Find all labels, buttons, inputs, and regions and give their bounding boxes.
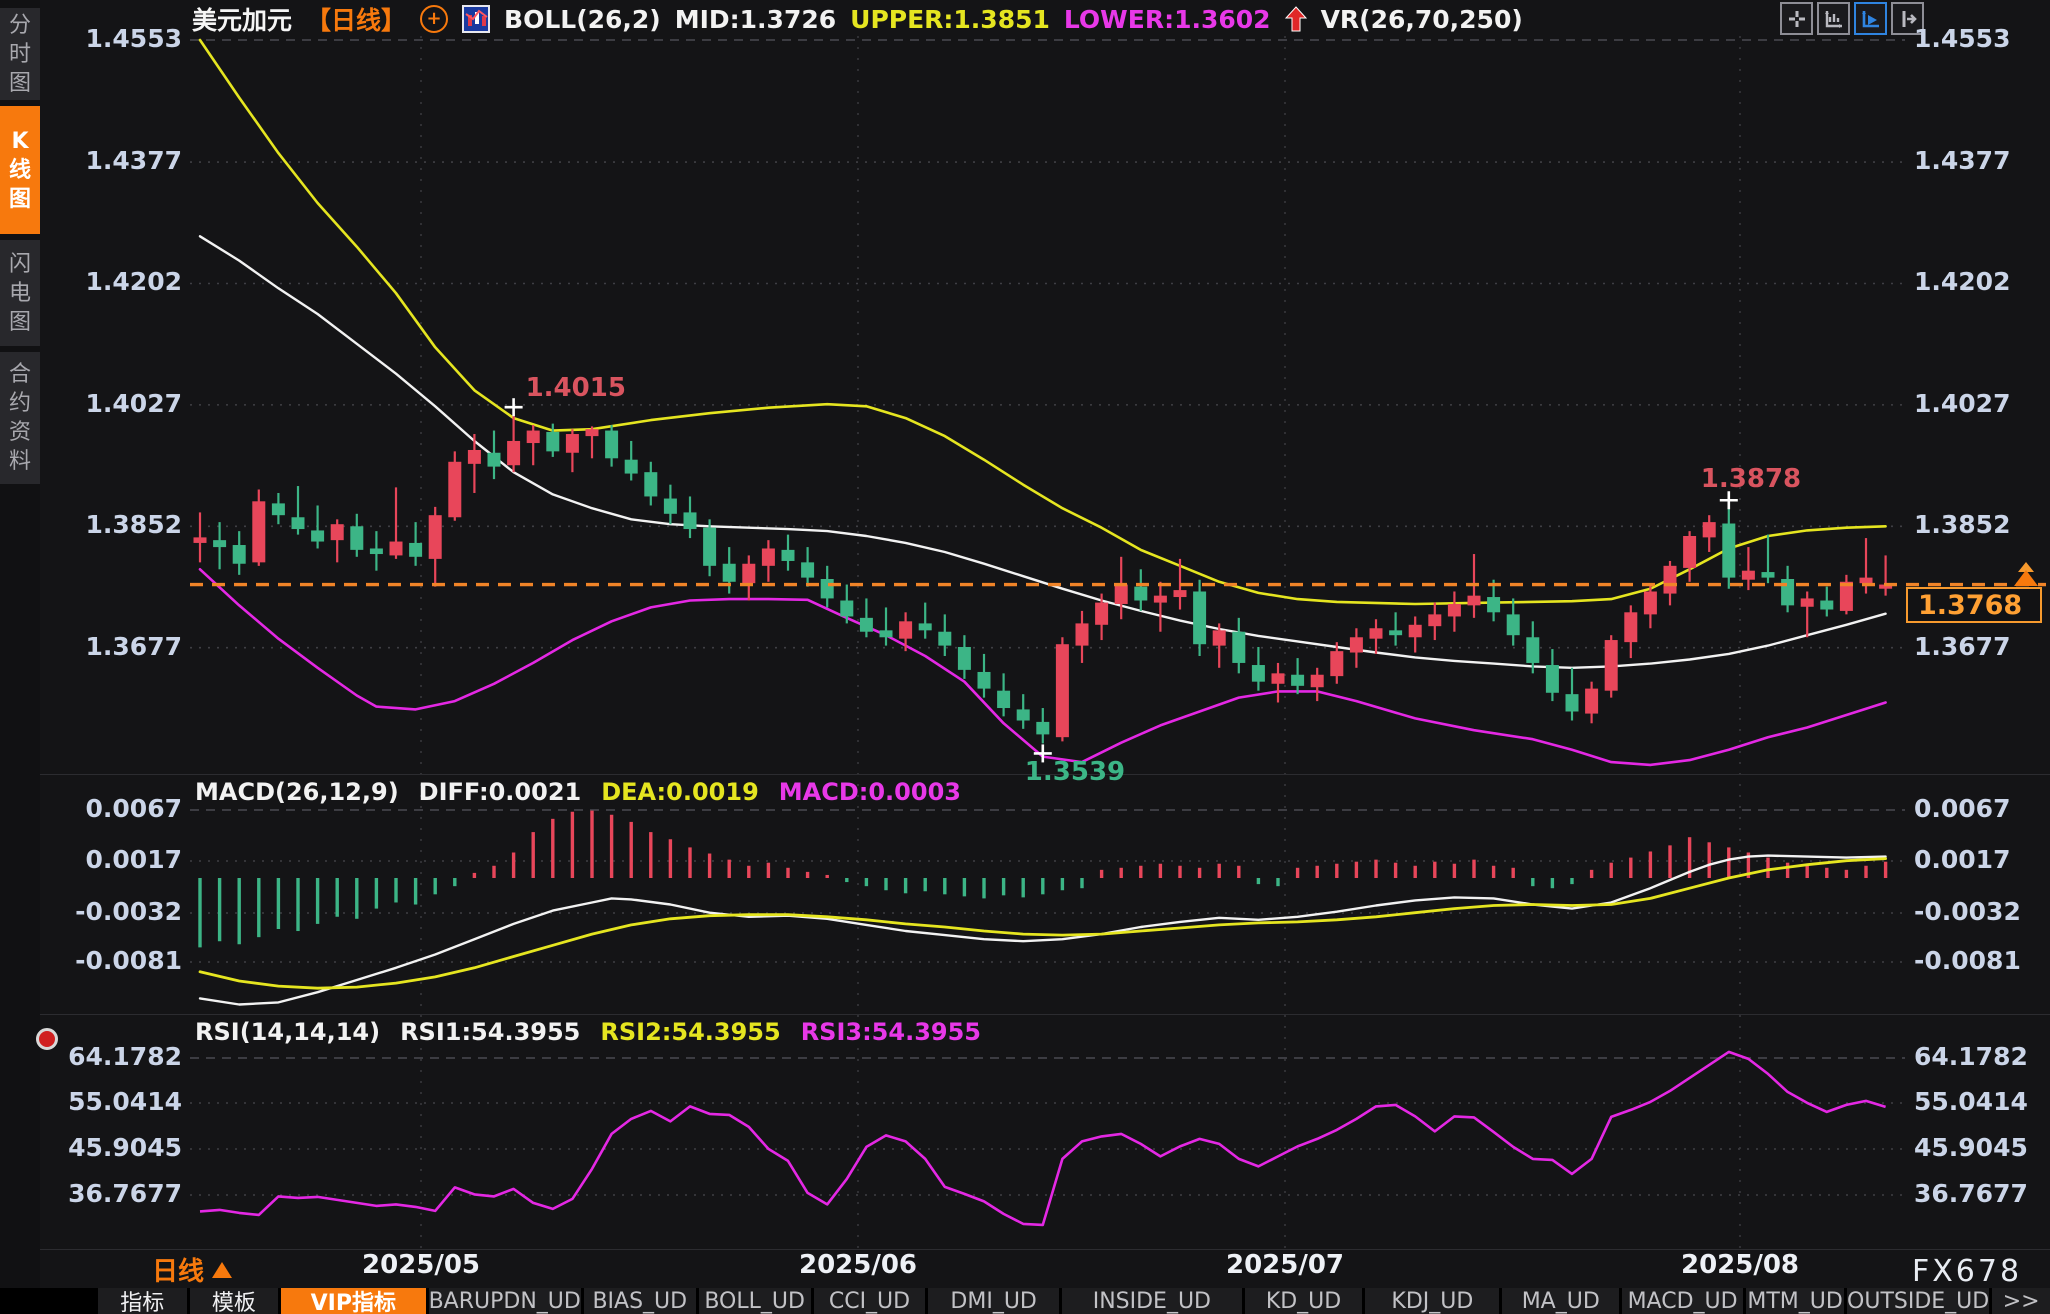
tab-kd_ud[interactable]: KD_UD (1245, 1288, 1362, 1314)
low-price-annotation: 1.3539 (1025, 757, 1125, 787)
tab-macd_ud[interactable]: MACD_UD (1622, 1288, 1743, 1314)
price-axis-label-right: 1.4377 (1914, 146, 2010, 175)
macd-diff-value: DIFF:0.0021 (419, 778, 582, 806)
rsi-title: RSI(14,14,14) (195, 1018, 380, 1046)
rsi-axis-label-right: 64.1782 (1914, 1042, 2028, 1071)
macd-axis-label-right: 0.0067 (1914, 794, 2010, 823)
month-axis-label: 2025/06 (799, 1250, 917, 1280)
price-axis-label-left: 1.3852 (58, 510, 182, 539)
price-axis-label-right: 1.3852 (1914, 510, 2010, 539)
record-indicator-icon (36, 1028, 58, 1050)
macd-axis-label-left: -0.0032 (58, 897, 182, 926)
tab->>[interactable]: >> (1992, 1288, 2050, 1314)
rsi-pane-header: RSI(14,14,14) RSI1:54.3955 RSI2:54.3955 … (195, 1018, 981, 1046)
price-axis-label-right: 1.3677 (1914, 632, 2010, 661)
rsi-axis-label-right: 55.0414 (1914, 1087, 2028, 1116)
tab-模板[interactable]: 模板 (190, 1288, 279, 1314)
price-axis-label-left: 1.4553 (58, 24, 182, 53)
chart-canvas[interactable] (0, 0, 2050, 1314)
macd-dea-value: DEA:0.0019 (601, 778, 759, 806)
triangle-up-icon (212, 1262, 232, 1278)
price-axis-label-right: 1.4202 (1914, 267, 2010, 296)
tab-bias_ud[interactable]: BIAS_UD (584, 1288, 696, 1314)
rsi-axis-label-right: 45.9045 (1914, 1133, 2028, 1162)
current-price-box: 1.3768 (1906, 587, 2042, 623)
month-axis-label: 2025/05 (362, 1250, 480, 1280)
tab-barupdn_ud[interactable]: BARUPDN_UD (429, 1288, 581, 1314)
tab-inside_ud[interactable]: INSIDE_UD (1062, 1288, 1242, 1314)
month-axis-label: 2025/08 (1681, 1250, 1799, 1280)
macd-pane-header: MACD(26,12,9) DIFF:0.0021 DEA:0.0019 MAC… (195, 778, 961, 806)
tab-kdj_ud[interactable]: KDJ_UD (1365, 1288, 1499, 1314)
price-axis-label-left: 1.3677 (58, 632, 182, 661)
tab-outside_ud[interactable]: OUTSIDE_UD (1847, 1288, 1989, 1314)
month-axis-label: 2025/07 (1226, 1250, 1344, 1280)
rsi3-value: RSI3:54.3955 (801, 1018, 981, 1046)
macd-axis-label-left: 0.0067 (58, 794, 182, 823)
rsi2-value: RSI2:54.3955 (600, 1018, 780, 1046)
price-axis-label-left: 1.4027 (58, 389, 182, 418)
current-price-value: 1.3768 (1918, 590, 2022, 621)
price-axis-label-right: 1.4027 (1914, 389, 2010, 418)
price-axis-label-left: 1.4377 (58, 146, 182, 175)
rsi-axis-label-right: 36.7677 (1914, 1179, 2028, 1208)
pane-separator (40, 1014, 2050, 1015)
macd-axis-label-right: -0.0081 (1914, 946, 2021, 975)
high-price-annotation: 1.4015 (526, 373, 626, 403)
rsi-axis-label-left: 55.0414 (58, 1087, 182, 1116)
tab-boll_ud[interactable]: BOLL_UD (699, 1288, 811, 1314)
rsi1-value: RSI1:54.3955 (400, 1018, 580, 1046)
price-marker-icon (2008, 562, 2044, 590)
macd-axis-label-right: 0.0017 (1914, 845, 2010, 874)
high-price-annotation: 1.3878 (1701, 464, 1801, 494)
tab-cci_ud[interactable]: CCI_UD (814, 1288, 926, 1314)
macd-title: MACD(26,12,9) (195, 778, 399, 806)
tab-指标[interactable]: 指标 (98, 1288, 187, 1314)
rsi-axis-label-left: 64.1782 (58, 1042, 182, 1071)
tab-ma_ud[interactable]: MA_UD (1502, 1288, 1619, 1314)
macd-axis-label-left: -0.0081 (58, 946, 182, 975)
tab-dmi_ud[interactable]: DMI_UD (928, 1288, 1059, 1314)
timeframe-selector[interactable]: 日线 (152, 1251, 232, 1288)
macd-axis-label-right: -0.0032 (1914, 897, 2021, 926)
indicator-tab-bar: 指标模板VIP指标BARUPDN_UDBIAS_UDBOLL_UDCCI_UDD… (0, 1288, 2050, 1314)
rsi-axis-label-left: 36.7677 (58, 1179, 182, 1208)
timeframe-label: 日线 (152, 1251, 204, 1288)
macd-macd-value: MACD:0.0003 (779, 778, 961, 806)
macd-axis-label-left: 0.0017 (58, 845, 182, 874)
chart-app-window: 分 时 图K 线 图闪 电 图合 约 资 料 美元加元 【日线】 + BOLL(… (0, 0, 2050, 1314)
tab-mtm_ud[interactable]: MTM_UD (1746, 1288, 1844, 1314)
rsi-axis-label-left: 45.9045 (58, 1133, 182, 1162)
watermark: FX678 (1912, 1254, 2022, 1289)
tab-vip指标[interactable]: VIP指标 (281, 1288, 425, 1314)
price-axis-label-right: 1.4553 (1914, 24, 2010, 53)
price-axis-label-left: 1.4202 (58, 267, 182, 296)
